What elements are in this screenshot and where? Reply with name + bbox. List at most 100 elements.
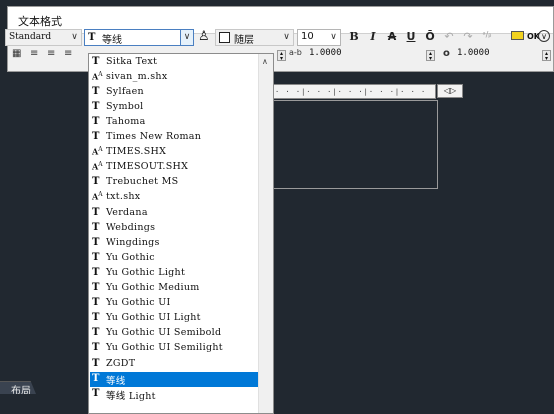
text-height-dropdown[interactable]: 10 ∨ bbox=[297, 29, 341, 46]
width-factor-icon: o bbox=[443, 48, 450, 59]
font-name: Yu Gothic Medium bbox=[106, 282, 200, 293]
oblique-spinner[interactable]: ▴ ▾ bbox=[277, 50, 286, 62]
font-list-item[interactable]: AA txt.shx bbox=[90, 190, 258, 205]
font-list-item[interactable]: T Yu Gothic UI Light bbox=[90, 311, 258, 326]
scrollbar[interactable]: ∧ bbox=[258, 54, 273, 413]
text-ruler[interactable]: · · ·|· · ·|· · ·|· · ·|· · · bbox=[270, 84, 436, 99]
font-name: Yu Gothic UI Semilight bbox=[106, 342, 223, 354]
font-name: Trebuchet MS bbox=[106, 176, 179, 188]
font-name: 等线 bbox=[106, 375, 126, 387]
truetype-font-icon: T bbox=[92, 266, 100, 278]
font-list-item[interactable]: T Symbol bbox=[90, 100, 258, 115]
color-dropdown[interactable]: 随层 ∨ bbox=[215, 29, 294, 46]
font-list-item[interactable]: T Yu Gothic Light bbox=[90, 266, 258, 281]
font-name: TIMES.SHX bbox=[106, 146, 167, 158]
truetype-font-icon: T bbox=[92, 282, 100, 293]
font-list-item[interactable]: T Yu Gothic UI Semibold bbox=[90, 326, 258, 341]
align-right-icon[interactable]: ≡ bbox=[64, 48, 72, 59]
font-name: Yu Gothic UI bbox=[106, 297, 171, 309]
truetype-font-icon: T bbox=[92, 55, 100, 67]
ruler-ticks: · · ·|· · ·|· · ·|· · ·|· · · bbox=[275, 88, 427, 96]
font-list-item[interactable]: T Tahoma bbox=[90, 115, 258, 130]
font-list-item[interactable]: T Trebuchet MS bbox=[90, 175, 258, 190]
underline-button[interactable]: U bbox=[404, 30, 418, 43]
justify-icon[interactable]: ≡ bbox=[30, 48, 38, 59]
style-dropdown[interactable]: Standard ∨ bbox=[5, 29, 82, 46]
font-name: Wingdings bbox=[106, 236, 160, 248]
shx-font-icon: AA bbox=[92, 191, 103, 203]
style-value: Standard bbox=[9, 32, 52, 42]
tab-label: 布局2 bbox=[11, 386, 31, 408]
bold-button[interactable]: B bbox=[347, 30, 361, 43]
font-list-item[interactable]: T Yu Gothic UI Semilight bbox=[90, 341, 258, 356]
font-name: txt.shx bbox=[106, 191, 141, 203]
truetype-font-icon: T bbox=[92, 312, 100, 324]
undo-button[interactable]: ↶ bbox=[442, 30, 456, 43]
font-list-item[interactable]: AA TIMES.SHX bbox=[90, 145, 258, 160]
options-expand-icon[interactable]: ∨ bbox=[538, 30, 550, 42]
tracking-value[interactable]: 1.0000 bbox=[309, 48, 342, 58]
tracking-icon: a-b bbox=[289, 48, 302, 57]
annotative-icon[interactable]: ♙ bbox=[198, 29, 210, 44]
truetype-font-icon: T bbox=[92, 176, 100, 188]
truetype-font-icon: T bbox=[92, 85, 100, 97]
stack-button[interactable]: ᵃ/ᵦ bbox=[480, 30, 494, 39]
font-name: Yu Gothic UI Semibold bbox=[106, 327, 222, 339]
truetype-font-icon: T bbox=[92, 131, 100, 142]
tracking-spinner[interactable]: ▴ ▾ bbox=[426, 50, 435, 62]
multiline-icon[interactable]: ▦ bbox=[12, 48, 21, 59]
font-value: 等线 bbox=[102, 35, 122, 46]
font-name: Verdana bbox=[106, 206, 148, 218]
truetype-font-icon: T bbox=[92, 357, 100, 369]
dialog-title: 文本格式 bbox=[18, 15, 62, 28]
font-list-item[interactable]: T Yu Gothic UI bbox=[90, 296, 258, 311]
font-name: Yu Gothic UI Light bbox=[106, 312, 201, 324]
scroll-up-arrow-icon[interactable]: ∧ bbox=[262, 57, 268, 66]
highlight-ruler-icon[interactable] bbox=[511, 31, 524, 40]
font-list-item[interactable]: T Wingdings bbox=[90, 236, 258, 251]
tab-layout2[interactable]: 布局2 bbox=[0, 381, 36, 394]
italic-button[interactable]: I bbox=[366, 30, 380, 43]
font-list-item[interactable]: T Webdings bbox=[90, 221, 258, 236]
chevron-down-icon: ∨ bbox=[71, 32, 78, 42]
font-name: sivan_m.shx bbox=[106, 70, 168, 82]
shx-font-icon: AA bbox=[92, 146, 103, 157]
truetype-font-icon: T bbox=[92, 297, 100, 309]
font-list-item[interactable]: T ZGDT bbox=[90, 357, 258, 372]
strikethrough-button[interactable]: A bbox=[385, 30, 399, 43]
truetype-font-icon: T bbox=[92, 372, 100, 384]
font-name: TIMESOUT.SHX bbox=[106, 161, 189, 173]
font-list-item[interactable]: T Yu Gothic bbox=[90, 251, 258, 266]
truetype-font-icon: T bbox=[92, 100, 100, 112]
font-list-item[interactable]: AA sivan_m.shx bbox=[90, 70, 258, 85]
font-name: Yu Gothic Light bbox=[106, 266, 186, 278]
truetype-font-icon: T bbox=[88, 32, 96, 43]
font-list-item[interactable]: T 等线 bbox=[90, 371, 258, 387]
chevron-down-icon[interactable]: ∨ bbox=[180, 30, 193, 45]
redo-button[interactable]: ↷ bbox=[461, 30, 475, 43]
truetype-font-icon: T bbox=[92, 236, 100, 248]
font-dropdown[interactable]: T 等线 ∨ bbox=[84, 29, 194, 46]
ruler-width-handle[interactable]: ◁▷ bbox=[437, 84, 463, 98]
color-swatch bbox=[219, 32, 230, 43]
truetype-font-icon: T bbox=[92, 251, 100, 263]
font-list-item[interactable]: T Verdana bbox=[90, 206, 258, 221]
truetype-font-icon: T bbox=[92, 221, 100, 233]
chevron-down-icon: ∨ bbox=[283, 32, 290, 42]
align-center-icon[interactable]: ≡ bbox=[47, 48, 55, 59]
font-list-item[interactable]: T Sitka Text bbox=[90, 55, 258, 70]
overline-button[interactable]: Ō bbox=[423, 30, 437, 43]
width-factor-spinner[interactable]: ▴ ▾ bbox=[542, 50, 551, 62]
font-list-item[interactable]: AA TIMESOUT.SHX bbox=[90, 160, 258, 175]
font-list-dropdown[interactable]: T Sitka Text AA sivan_m.shx T Sylfaen T Symbol T… bbox=[88, 53, 274, 414]
truetype-font-icon: T bbox=[92, 327, 100, 339]
font-name: ZGDT bbox=[106, 357, 136, 369]
font-list-item[interactable]: T Yu Gothic Medium bbox=[90, 281, 258, 296]
text-editor-area[interactable] bbox=[270, 100, 438, 189]
truetype-font-icon: T bbox=[92, 342, 100, 354]
font-list-item[interactable]: T Times New Roman bbox=[90, 130, 258, 145]
font-name: Tahoma bbox=[106, 115, 146, 127]
font-list-item[interactable]: T 等线 Light bbox=[90, 387, 258, 402]
width-factor-value[interactable]: 1.0000 bbox=[457, 48, 490, 58]
font-list-item[interactable]: T Sylfaen bbox=[90, 85, 258, 100]
